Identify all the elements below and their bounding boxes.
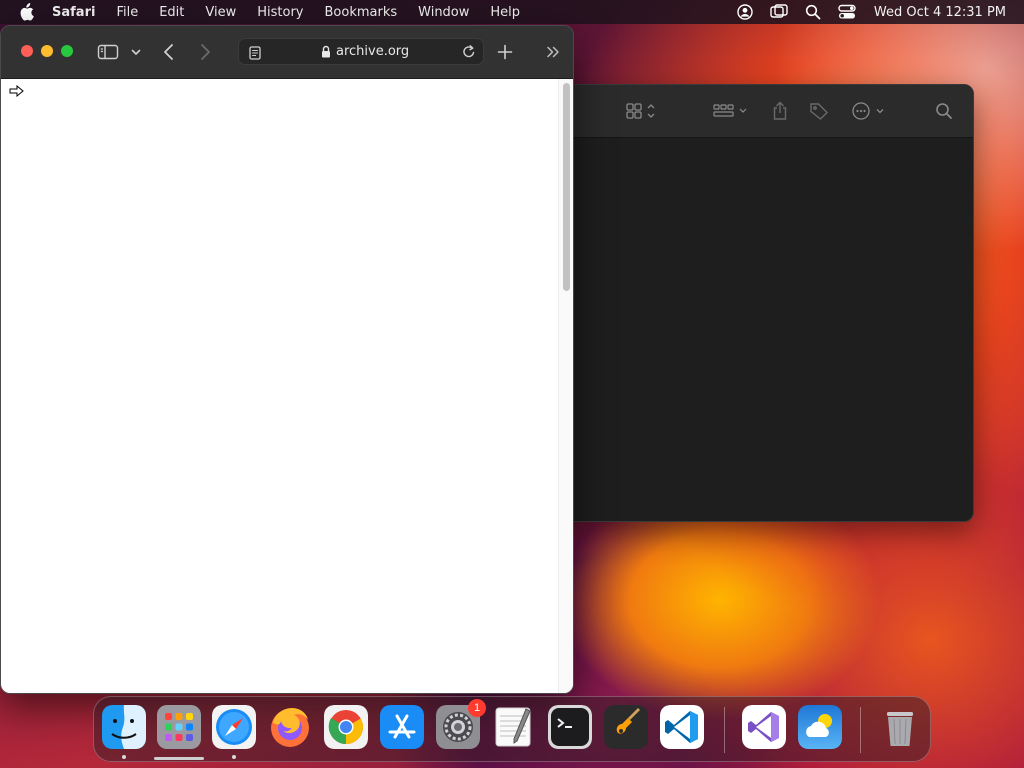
screen-mirroring-icon[interactable] (770, 3, 788, 21)
dock-vscode-icon[interactable] (660, 705, 704, 749)
new-tab-icon[interactable] (497, 42, 513, 62)
dock-weather-icon[interactable] (798, 705, 842, 749)
window-close-button[interactable] (21, 45, 33, 57)
dock-running-indicator (122, 755, 126, 759)
search-icon[interactable] (935, 101, 953, 121)
grid-view-icon[interactable] (625, 101, 657, 121)
dock-separator (724, 707, 725, 753)
sidebar-toggle-icon[interactable] (97, 42, 119, 62)
dock-app-store-icon[interactable] (380, 705, 424, 749)
dock-trash-icon[interactable] (878, 705, 922, 749)
background-window-toolbar (541, 85, 973, 138)
web-page-content[interactable] (1, 79, 573, 693)
dock-terminal-icon[interactable] (548, 705, 592, 749)
user-account-icon[interactable] (736, 3, 754, 21)
more-actions-icon[interactable] (851, 101, 887, 121)
window-zoom-button[interactable] (61, 45, 73, 57)
menu-help[interactable]: Help (490, 5, 520, 20)
lock-icon (321, 45, 331, 58)
menu-bookmarks[interactable]: Bookmarks (325, 5, 398, 20)
vertical-scrollbar[interactable] (558, 79, 573, 693)
safari-window[interactable]: archive.org (0, 25, 574, 694)
window-minimize-button[interactable] (41, 45, 53, 57)
reload-icon[interactable] (462, 44, 476, 63)
menu-bar-extras: Wed Oct 4 12:31 PM (720, 0, 1006, 24)
menu-history[interactable]: History (257, 5, 303, 20)
url-text: archive.org (336, 44, 410, 59)
dock: 1 (93, 696, 931, 762)
cursor-resize-icon (9, 82, 25, 101)
dock-launchpad-icon[interactable] (157, 705, 201, 749)
background-app-window[interactable] (540, 84, 974, 522)
dock-running-indicator (232, 755, 236, 759)
group-icon[interactable] (713, 101, 749, 121)
tag-icon[interactable] (809, 101, 829, 121)
forward-icon[interactable] (198, 42, 212, 62)
dock-visual-studio-icon[interactable] (742, 705, 786, 749)
share-icon[interactable] (771, 101, 789, 121)
system-settings-badge: 1 (468, 699, 486, 717)
menu-app-safari[interactable]: Safari (52, 5, 95, 20)
spotlight-search-icon[interactable] (804, 3, 822, 21)
back-icon[interactable] (162, 42, 176, 62)
dock-firefox-icon[interactable] (268, 705, 312, 749)
scrollbar-thumb[interactable] (563, 83, 570, 291)
dock-chrome-icon[interactable] (324, 705, 368, 749)
address-bar[interactable]: archive.org (238, 38, 484, 65)
menu-file[interactable]: File (116, 5, 138, 20)
dock-textedit-icon[interactable] (492, 705, 536, 749)
dock-garageband-icon[interactable] (604, 705, 648, 749)
dock-separator (860, 707, 861, 753)
url-display[interactable]: archive.org (321, 44, 409, 59)
menu-edit[interactable]: Edit (159, 5, 184, 20)
menu-view[interactable]: View (205, 5, 236, 20)
apple-menu-icon[interactable] (18, 3, 36, 21)
menu-bar-clock[interactable]: Wed Oct 4 12:31 PM (874, 5, 1006, 20)
menu-bar: Safari File Edit View History Bookmarks … (0, 0, 1024, 24)
dock-finder-icon[interactable] (102, 705, 146, 749)
dock-safari-icon[interactable] (212, 705, 256, 749)
more-chevron-icon[interactable] (545, 42, 561, 62)
safari-toolbar: archive.org (1, 26, 573, 79)
chevron-down-icon[interactable] (130, 42, 142, 62)
menu-window[interactable]: Window (418, 5, 469, 20)
control-center-icon[interactable] (838, 3, 856, 21)
reader-icon[interactable] (249, 45, 261, 64)
dock-launchpad-bar (154, 757, 204, 760)
